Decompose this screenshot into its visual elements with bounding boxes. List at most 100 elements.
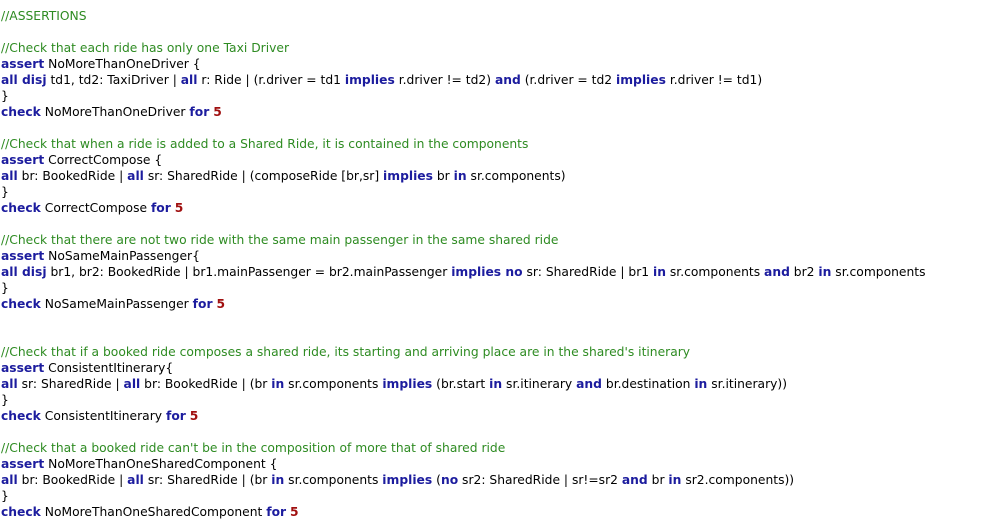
code-token-plain: r.driver != td1) — [665, 73, 763, 87]
code-line: } — [1, 280, 983, 296]
code-token-plain: NoMoreThanOneSharedComponent — [40, 505, 267, 519]
code-line: ​ — [1, 24, 983, 40]
code-token-keyword: for — [150, 201, 171, 215]
code-token-plain: } — [1, 89, 9, 103]
code-token-plain: br: BookedRide | — [17, 473, 128, 487]
code-token-plain: sr.itinerary — [502, 377, 577, 391]
code-line: //Check that each ride has only one Taxi… — [1, 40, 983, 56]
code-line: check NoMoreThanOneDriver for 5 — [1, 104, 983, 120]
code-line: all disj td1, td2: TaxiDriver | all r: R… — [1, 72, 983, 88]
code-token-keyword: check — [1, 105, 41, 119]
code-token-plain: sr.components — [284, 473, 383, 487]
code-token-plain: sr.components — [831, 265, 926, 279]
code-token-keyword: implies — [382, 473, 433, 487]
code-token-plain: br — [432, 169, 454, 183]
code-line: } — [1, 392, 983, 408]
code-token-plain: CorrectCompose — [40, 201, 151, 215]
code-token-plain: sr.components — [665, 265, 765, 279]
code-line: ​ — [1, 328, 983, 344]
code-line: check NoMoreThanOneSharedComponent for 5 — [1, 504, 983, 520]
code-token-keyword: in — [453, 169, 467, 183]
code-token-keyword: all — [1, 169, 18, 183]
code-token-comment: //Check that if a booked ride composes a… — [1, 345, 691, 359]
code-token-keyword: implies no — [451, 265, 523, 279]
code-line: //Check that when a ride is added to a S… — [1, 136, 983, 152]
code-line: check ConsistentItinerary for 5 — [1, 408, 983, 424]
code-token-keyword: in — [668, 473, 682, 487]
code-token-keyword: implies — [616, 73, 666, 87]
code-token-plain: br.destination — [601, 377, 695, 391]
code-token-plain: NoMoreThanOneDriver { — [44, 57, 201, 71]
code-line: assert ConsistentItinerary{ — [1, 360, 983, 376]
code-token-plain: sr.components — [284, 377, 383, 391]
code-token-number: 5 — [216, 297, 225, 311]
code-token-keyword: for — [189, 105, 210, 119]
code-token-plain: } — [1, 393, 9, 407]
code-token-keyword: in — [271, 473, 285, 487]
code-token-keyword: in — [489, 377, 503, 391]
code-token-keyword: all disj — [1, 265, 47, 279]
code-line: assert NoMoreThanOneDriver { — [1, 56, 983, 72]
code-token-plain: NoMoreThanOneSharedComponent { — [44, 457, 278, 471]
code-token-plain: br: BookedRide | (br — [140, 377, 272, 391]
code-token-keyword: all disj — [1, 73, 47, 87]
code-token-keyword: for — [266, 505, 287, 519]
code-token-plain: ConsistentItinerary{ — [44, 361, 174, 375]
code-line: all br: BookedRide | all sr: SharedRide … — [1, 168, 983, 184]
code-token-keyword: all — [1, 377, 18, 391]
code-token-keyword: for — [192, 297, 213, 311]
code-token-plain: r.driver != td2) — [394, 73, 495, 87]
code-line: //ASSERTIONS — [1, 8, 983, 24]
code-token-plain: (br.start — [432, 377, 490, 391]
code-token-comment: //Check that when a ride is added to a S… — [1, 137, 529, 151]
code-token-number: 5 — [174, 201, 184, 215]
code-editor[interactable]: //ASSERTIONS​//Check that each ride has … — [0, 0, 983, 528]
code-token-plain: ( — [432, 473, 441, 487]
code-token-number: 5 — [213, 105, 222, 119]
code-token-plain: sr.components) — [466, 169, 566, 183]
code-token-keyword: check — [1, 201, 41, 215]
code-line: ​ — [1, 120, 983, 136]
code-token-keyword: check — [1, 409, 41, 423]
code-token-keyword: assert — [1, 361, 45, 375]
code-token-plain: } — [1, 185, 9, 199]
code-token-keyword: all — [127, 169, 144, 183]
code-token-keyword: implies — [382, 377, 433, 391]
code-token-keyword: assert — [1, 457, 45, 471]
code-token-keyword: check — [1, 297, 41, 311]
code-token-plain: br: BookedRide | — [17, 169, 128, 183]
code-token-keyword: and — [764, 265, 790, 279]
code-line: check NoSameMainPassenger for 5 — [1, 296, 983, 312]
code-line: ​ — [1, 216, 983, 232]
code-token-plain: sr.itinerary)) — [707, 377, 788, 391]
code-token-keyword: assert — [1, 153, 45, 167]
code-line: assert NoMoreThanOneSharedComponent { — [1, 456, 983, 472]
code-token-plain: br — [647, 473, 669, 487]
code-token-keyword: and — [621, 473, 648, 487]
code-token-comment: //Check that a booked ride can't be in t… — [1, 441, 506, 455]
code-token-number: 5 — [290, 505, 299, 519]
code-token-number: 5 — [189, 409, 199, 423]
code-line: all sr: SharedRide | all br: BookedRide … — [1, 376, 983, 392]
code-token-keyword: and — [576, 377, 602, 391]
code-token-plain: sr: SharedRide | (composeRide [br,sr] — [143, 169, 384, 183]
code-line: all disj br1, br2: BookedRide | br1.main… — [1, 264, 983, 280]
code-token-plain: br1, br2: BookedRide | br1.mainPassenger… — [46, 265, 452, 279]
code-token-plain: } — [1, 281, 9, 295]
code-token-keyword: all — [123, 377, 141, 391]
code-line: //Check that a booked ride can't be in t… — [1, 440, 983, 456]
code-line: check CorrectCompose for 5 — [1, 200, 983, 216]
code-token-keyword: all — [1, 473, 18, 487]
code-token-keyword: all — [180, 73, 198, 87]
code-token-plain: r: Ride | (r.driver = td1 — [197, 73, 345, 87]
code-token-plain: td1, td2: TaxiDriver | — [46, 73, 181, 87]
code-token-plain: sr: SharedRide | — [17, 377, 124, 391]
code-token-keyword: implies — [344, 73, 395, 87]
code-line: } — [1, 184, 983, 200]
code-line: assert CorrectCompose { — [1, 152, 983, 168]
code-line: } — [1, 88, 983, 104]
code-token-keyword: for — [165, 409, 186, 423]
code-token-plain: sr2: SharedRide | sr!=sr2 — [458, 473, 622, 487]
code-token-plain: sr: SharedRide | br1 — [522, 265, 653, 279]
code-token-keyword: in — [653, 265, 666, 279]
